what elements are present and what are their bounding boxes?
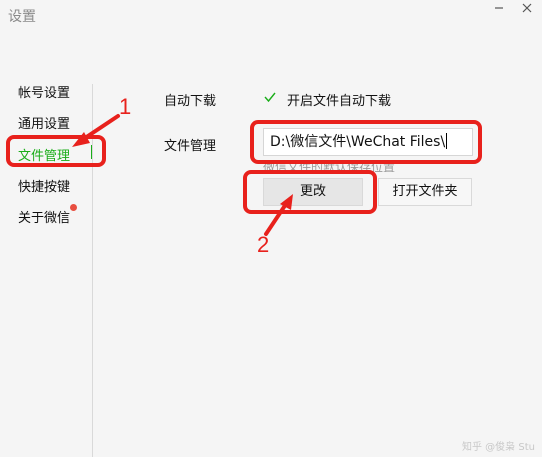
annotation-overlay [6, 114, 482, 236]
highlight-box-change [243, 170, 377, 214]
annotation-marker-1: 1 [119, 94, 132, 119]
arrow-2-line [264, 202, 288, 236]
highlight-box-path [250, 120, 482, 164]
annotation-marker-2: 2 [257, 232, 270, 257]
highlight-box-sidebar [6, 135, 106, 167]
